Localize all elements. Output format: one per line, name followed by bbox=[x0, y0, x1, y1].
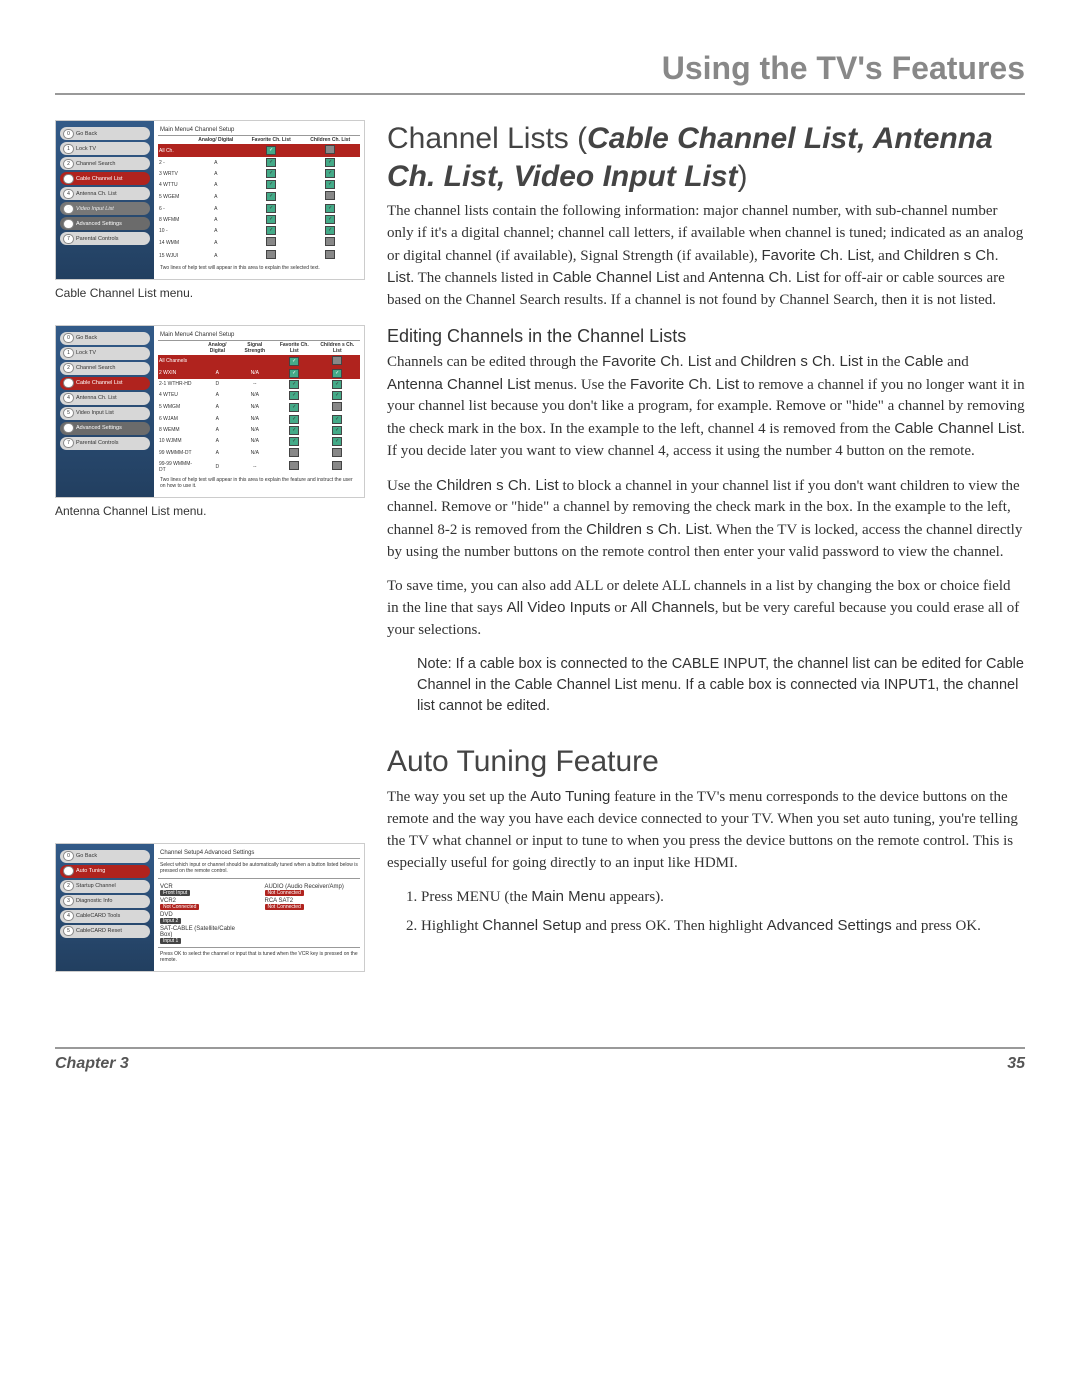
menu-item: 5CableCARD Reset bbox=[60, 925, 150, 938]
menu-item: 2Startup Channel bbox=[60, 880, 150, 893]
channel-lists-p1: The channel lists contain the following … bbox=[387, 201, 1025, 312]
auto-tuning-p1: The way you set up the Auto Tuning featu… bbox=[387, 786, 1025, 874]
page-header: Using the TV's Features bbox=[55, 50, 1025, 95]
step-2: Highlight Channel Setup and press OK. Th… bbox=[421, 915, 1025, 938]
menu-item: 6Advanced Settings bbox=[60, 422, 150, 435]
fig2-help: Two lines of help text will appear in th… bbox=[158, 474, 360, 493]
fig2-breadcrumb: Main Menu4 Channel Setup bbox=[158, 330, 360, 341]
editing-channels-p1: Channels can be edited through the Favor… bbox=[387, 351, 1025, 463]
fig1-breadcrumb: Main Menu4 Channel Setup bbox=[158, 125, 360, 136]
menu-item: 7Parental Controls bbox=[60, 437, 150, 450]
menu-item: 3Diagnostic Info bbox=[60, 895, 150, 908]
section-channel-lists-title: Channel Lists (Cable Channel List, Anten… bbox=[387, 120, 1025, 195]
menu-item: 5Video Input List bbox=[60, 407, 150, 420]
figure-auto-tuning: 0Go Back 1Auto Tuning 2Startup Channel 3Dia… bbox=[55, 843, 365, 972]
fig1-caption: Cable Channel List menu. bbox=[55, 286, 365, 300]
device-row: VCRFront InputAUDIO (Audio Receiver/Amp)… bbox=[158, 882, 360, 896]
footer-chapter: Chapter 3 bbox=[55, 1055, 129, 1073]
auto-tuning-steps: Press MENU (the Main Menu appears). High… bbox=[387, 886, 1025, 937]
page-title: Using the TV's Features bbox=[662, 50, 1025, 87]
menu-item: 0Go Back bbox=[60, 332, 150, 345]
fig3-intro: Select which input or channel should be … bbox=[158, 859, 360, 879]
menu-item: 1Lock TV bbox=[60, 142, 150, 155]
menu-item: 3Cable Channel List bbox=[60, 377, 150, 390]
device-row: VCR2Not ConnectedRCA SAT2Not Connected bbox=[158, 896, 360, 910]
menu-item: 5Video Input List bbox=[60, 202, 150, 215]
menu-item: 1Lock TV bbox=[60, 347, 150, 360]
section-auto-tuning-title: Auto Tuning Feature bbox=[387, 743, 1025, 781]
figure-antenna-channel-list: 0Go Back 1Lock TV 2Channel Search 3Cable Ch… bbox=[55, 325, 365, 518]
note-cable-box: Note: If a cable box is connected to the… bbox=[417, 654, 1025, 717]
subsection-editing-channels-title: Editing Channels in the Channel Lists bbox=[387, 326, 1025, 347]
menu-item: 1Auto Tuning bbox=[60, 865, 150, 878]
menu-item: 2Channel Search bbox=[60, 362, 150, 375]
menu-item: 3Cable Channel List bbox=[60, 172, 150, 185]
footer-page-number: 35 bbox=[1007, 1055, 1025, 1073]
fig3-breadcrumb: Channel Setup4 Advanced Settings bbox=[158, 848, 360, 859]
menu-item: Advanced Settings bbox=[60, 217, 150, 230]
editing-channels-p2: Use the Children s Ch. List to block a c… bbox=[387, 475, 1025, 564]
menu-item: 0Go Back bbox=[60, 850, 150, 863]
menu-item: 4CableCARD Tools bbox=[60, 910, 150, 923]
step-1: Press MENU (the Main Menu appears). bbox=[421, 886, 1025, 909]
menu-item: 7Parental Controls bbox=[60, 232, 150, 245]
menu-item: 4Antenna Ch. List bbox=[60, 187, 150, 200]
fig1-help: Two lines of help text will appear in th… bbox=[158, 262, 360, 275]
device-row: SAT-CABLE (Satellite/Cable Box)Input 1 bbox=[158, 924, 360, 944]
menu-item: 0Go Back bbox=[60, 127, 150, 140]
device-row: DVDInput 2 bbox=[158, 910, 360, 924]
menu-item: 2Channel Search bbox=[60, 157, 150, 170]
menu-item: 4Antenna Ch. List bbox=[60, 392, 150, 405]
page-footer: Chapter 3 35 bbox=[55, 1047, 1025, 1073]
figure-cable-channel-list: 0Go Back 1Lock TV 2Channel Search 3Cable Ch… bbox=[55, 120, 365, 300]
fig3-help: Press OK to select the channel or input … bbox=[158, 947, 360, 967]
fig2-caption: Antenna Channel List menu. bbox=[55, 504, 365, 518]
editing-channels-p3: To save time, you can also add ALL or de… bbox=[387, 576, 1025, 642]
